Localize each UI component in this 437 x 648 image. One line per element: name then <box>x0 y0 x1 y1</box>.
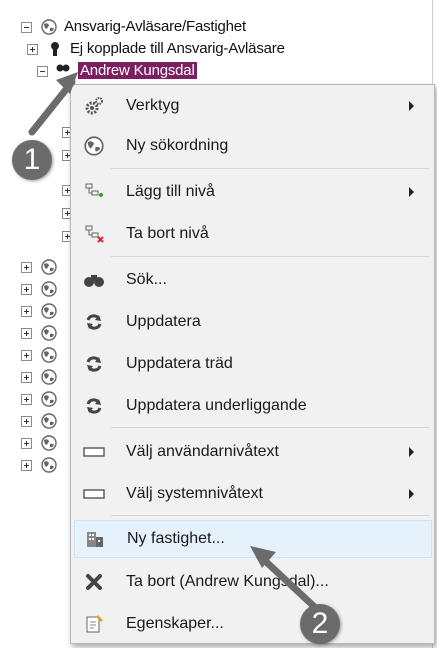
menu-item-label: Ta bort nivå <box>126 225 209 242</box>
properties-icon <box>82 612 106 636</box>
globe-icon <box>41 281 57 297</box>
expand-toggle[interactable] <box>21 262 32 273</box>
globe-icon <box>82 134 106 158</box>
globe-icon <box>41 457 57 473</box>
menu-item-ta-bort-andrew-kungsdal[interactable]: Ta bort (Andrew Kungsdal)... <box>74 563 432 601</box>
refresh-icon <box>82 394 106 418</box>
tree-node-unlinked[interactable]: Ej kopplade till Ansvarig-Avläsare <box>70 40 285 57</box>
globe-icon <box>41 325 57 341</box>
menu-item-sök[interactable]: Sök... <box>74 261 432 299</box>
binoculars-icon <box>82 268 106 292</box>
expand-toggle[interactable] <box>21 394 32 405</box>
expand-toggle[interactable] <box>21 328 32 339</box>
expand-toggle[interactable] <box>21 372 32 383</box>
globe-icon <box>41 369 57 385</box>
collapse-toggle[interactable] <box>21 22 32 33</box>
menu-separator <box>111 515 429 516</box>
textbox-icon <box>82 440 106 464</box>
submenu-arrow-icon <box>409 447 414 457</box>
menu-item-ta-bort-nivå[interactable]: Ta bort nivå <box>74 215 432 253</box>
menu-item-ny-fastighet[interactable]: Ny fastighet... <box>74 520 432 558</box>
menu-separator <box>111 256 429 257</box>
globe-icon <box>41 435 57 451</box>
globe-icon <box>41 413 57 429</box>
menu-item-label: Uppdatera underliggande <box>126 397 307 414</box>
tree-node-root[interactable]: Ansvarig-Avläsare/Fastighet <box>64 18 246 35</box>
globe-icon <box>41 391 57 407</box>
menu-item-välj-användarnivåtext[interactable]: Välj användarnivåtext <box>74 433 432 471</box>
globe-icon <box>41 303 57 319</box>
menu-item-välj-systemnivåtext[interactable]: Välj systemnivåtext <box>74 475 432 513</box>
menu-item-label: Uppdatera <box>126 313 201 330</box>
submenu-arrow-icon <box>409 187 414 197</box>
expand-toggle[interactable] <box>27 44 38 55</box>
delete-icon <box>82 570 106 594</box>
add-level-icon <box>82 180 106 204</box>
refresh-icon <box>82 310 106 334</box>
globe-icon <box>41 259 57 275</box>
step-badge-2: 2 <box>300 604 340 644</box>
menu-item-egenskaper[interactable]: Egenskaper... <box>74 605 432 643</box>
tree-node-selected[interactable]: Andrew Kungsdal <box>78 62 197 79</box>
building-icon <box>83 527 107 551</box>
expand-toggle[interactable] <box>21 416 32 427</box>
expand-toggle[interactable] <box>21 284 32 295</box>
unlink-icon <box>51 42 59 56</box>
menu-separator <box>111 427 429 428</box>
menu-item-verktyg[interactable]: Verktyg <box>74 87 432 125</box>
menu-item-lägg-till-nivå[interactable]: Lägg till nivå <box>74 173 432 211</box>
menu-item-ny-sökordning[interactable]: Ny sökordning <box>74 127 432 165</box>
context-menu[interactable]: Verktyg Ny sökordning Lägg till nivå Ta bor… <box>70 84 435 644</box>
menu-item-uppdatera-träd[interactable]: Uppdatera träd <box>74 345 432 383</box>
submenu-arrow-icon <box>409 489 414 499</box>
menu-item-label: Ta bort (Andrew Kungsdal)... <box>126 573 329 590</box>
menu-item-label: Lägg till nivå <box>126 183 215 200</box>
collapse-toggle[interactable] <box>37 66 48 77</box>
menu-item-label: Egenskaper... <box>126 615 224 632</box>
menu-item-label: Välj användarnivåtext <box>126 443 279 460</box>
expand-toggle[interactable] <box>21 306 32 317</box>
step-badge-1: 1 <box>12 140 52 180</box>
remove-level-icon <box>82 222 106 246</box>
user-group-icon <box>56 64 70 72</box>
textbox-icon <box>82 482 106 506</box>
refresh-icon <box>82 352 106 376</box>
globe-icon <box>41 19 57 35</box>
expand-toggle[interactable] <box>21 438 32 449</box>
menu-item-label: Välj systemnivåtext <box>126 485 263 502</box>
expand-toggle[interactable] <box>21 350 32 361</box>
selected-node-label[interactable]: Andrew Kungsdal <box>78 62 197 79</box>
menu-item-label: Ny sökordning <box>126 137 229 154</box>
submenu-arrow-icon <box>409 101 414 111</box>
menu-item-label: Sök... <box>126 271 167 288</box>
menu-item-uppdatera[interactable]: Uppdatera <box>74 303 432 341</box>
globe-icon <box>41 347 57 363</box>
gears-icon <box>82 94 106 118</box>
menu-item-uppdatera-underliggande[interactable]: Uppdatera underliggande <box>74 387 432 425</box>
menu-separator <box>111 168 429 169</box>
expand-toggle[interactable] <box>21 460 32 471</box>
menu-item-label: Uppdatera träd <box>126 355 233 372</box>
menu-item-label: Ny fastighet... <box>127 530 225 547</box>
menu-item-label: Verktyg <box>126 97 180 114</box>
